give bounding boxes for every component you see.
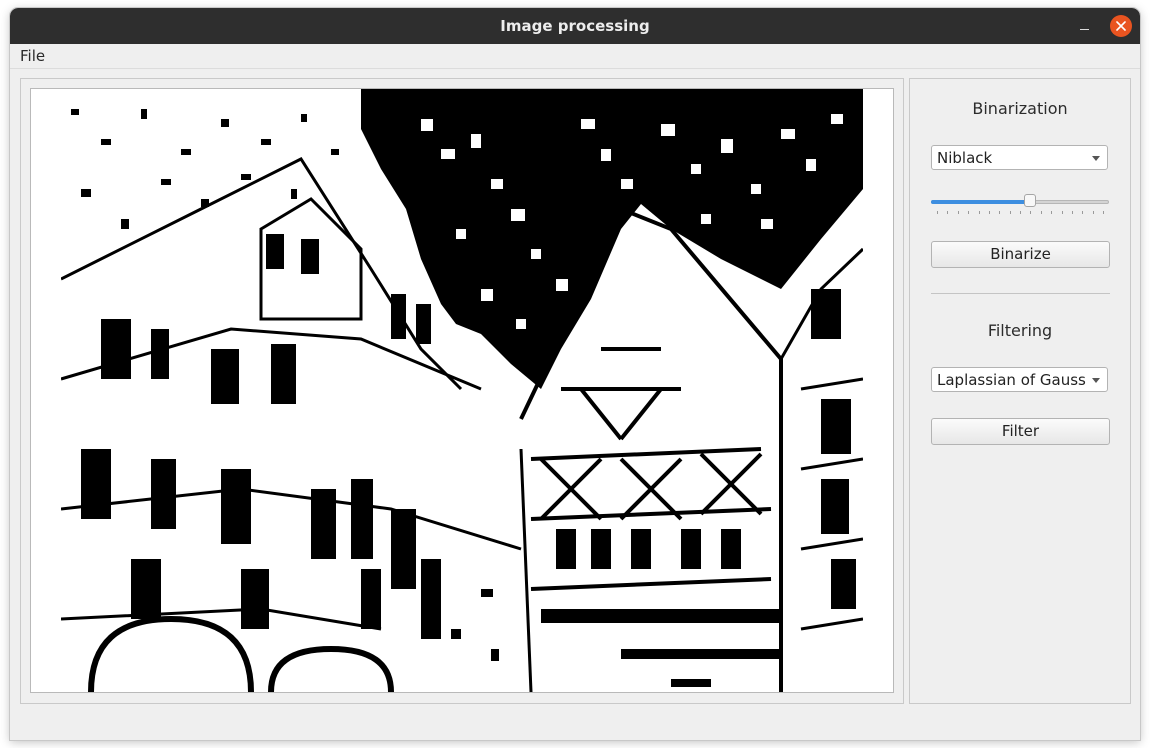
minimize-button[interactable] xyxy=(1073,14,1097,38)
slider-tick xyxy=(1051,211,1052,214)
chevron-down-icon xyxy=(1092,156,1100,161)
slider-tick xyxy=(1093,211,1094,214)
slider-handle[interactable] xyxy=(1024,194,1036,207)
slider-tick xyxy=(1030,211,1031,214)
slider-tick xyxy=(989,211,990,214)
slider-tick xyxy=(947,211,948,214)
slider-tick xyxy=(1062,211,1063,214)
binarize-button[interactable]: Binarize xyxy=(931,241,1110,268)
image-viewer xyxy=(30,88,894,693)
close-button[interactable] xyxy=(1110,15,1132,37)
slider-tick xyxy=(979,211,980,214)
close-icon xyxy=(1110,15,1132,37)
menu-bar: File xyxy=(10,44,1140,69)
binarized-image xyxy=(61,89,863,692)
minimize-icon xyxy=(1080,29,1089,30)
slider-tick xyxy=(958,211,959,214)
filter-method-value: Laplassian of Gauss xyxy=(937,371,1086,389)
slider-ticks xyxy=(937,211,1104,215)
slider-tick xyxy=(937,211,938,214)
binarization-method-value: Niblack xyxy=(937,149,993,167)
chevron-down-icon xyxy=(1092,378,1100,383)
binarization-method-select[interactable]: Niblack xyxy=(931,145,1108,170)
slider-tick xyxy=(968,211,969,214)
slider-tick xyxy=(1072,211,1073,214)
slider-tick xyxy=(1020,211,1021,214)
window-title: Image processing xyxy=(500,17,650,35)
controls-panel: Binarization Niblack Binarize Filtering … xyxy=(909,78,1131,704)
slider-tick xyxy=(999,211,1000,214)
filtering-heading: Filtering xyxy=(987,321,1053,340)
binarization-slider[interactable] xyxy=(931,191,1109,215)
section-divider xyxy=(931,293,1110,294)
filter-method-select[interactable]: Laplassian of Gauss xyxy=(931,367,1108,392)
binarization-heading: Binarization xyxy=(972,99,1068,118)
app-window: Image processing File Binarization Nibla… xyxy=(10,8,1140,740)
image-frame xyxy=(20,78,904,704)
slider-tick xyxy=(1103,211,1104,214)
slider-tick xyxy=(1082,211,1083,214)
filter-button[interactable]: Filter xyxy=(931,418,1110,445)
status-bar xyxy=(10,708,1140,740)
slider-tick xyxy=(1041,211,1042,214)
title-bar[interactable]: Image processing xyxy=(10,8,1140,44)
slider-tick xyxy=(1010,211,1011,214)
slider-fill xyxy=(931,200,1030,204)
menu-file[interactable]: File xyxy=(20,47,45,65)
